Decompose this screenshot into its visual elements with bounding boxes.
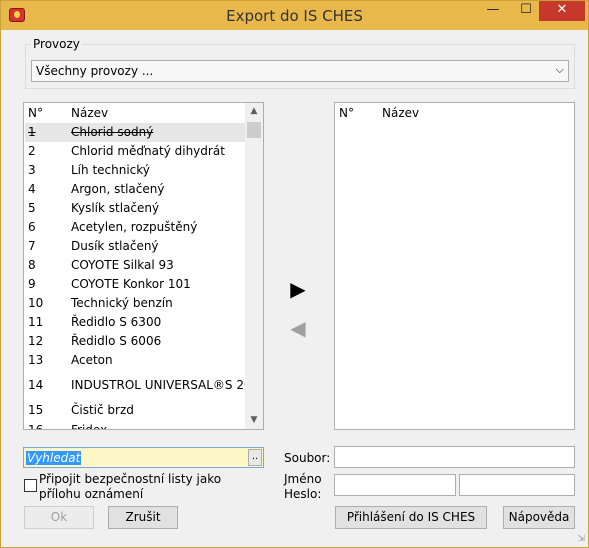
list-item-number: 16 — [28, 423, 44, 430]
list-item-name: INDUSTROL UNIVERSAL®S 2013 — [71, 378, 264, 392]
list-item[interactable]: 11 Ředidlo S 6300 — [25, 313, 245, 332]
username-label: Jméno — [284, 472, 322, 486]
selected-substances-list[interactable]: N° Název — [334, 102, 575, 430]
list-item[interactable]: 3 Líh technický — [25, 161, 245, 180]
list-item[interactable]: 4 Argon, stlačený — [25, 180, 245, 199]
search-input-text[interactable]: Vyhledat — [26, 451, 82, 465]
scroll-up-icon[interactable]: ▲ — [245, 103, 263, 120]
list-item[interactable]: 1 Chlorid sodný — [25, 123, 245, 142]
list-item-name: Argon, stlačený — [71, 182, 165, 196]
file-label: Soubor: — [284, 451, 331, 465]
title-bar[interactable]: Export do IS CHES — ☐ ✕ — [1, 1, 588, 30]
list-item-number: 10 — [28, 296, 44, 310]
column-header-name[interactable]: Název — [71, 106, 108, 120]
search-browse-button[interactable]: .. — [248, 449, 262, 466]
scroll-thumb[interactable] — [247, 122, 261, 138]
list-item-name: Čistič brzd — [71, 403, 134, 417]
cancel-button[interactable]: Zrušit — [108, 506, 178, 529]
list-item-name: Ředidlo S 6006 — [71, 334, 162, 348]
maximize-button[interactable]: ☐ — [512, 1, 540, 21]
list-item-name: Líh technický — [71, 163, 150, 177]
remove-from-export-button[interactable]: ◀ — [287, 318, 309, 338]
list-item[interactable]: 2 Chlorid měďnatý dihydrát — [25, 142, 245, 161]
list-item[interactable]: 7 Dusík stlačený — [25, 237, 245, 256]
list-item[interactable]: 6 Acetylen, rozpuštěný — [25, 218, 245, 237]
list-item[interactable]: 8 COYOTE Silkal 93 — [25, 256, 245, 275]
password-field[interactable] — [459, 474, 575, 496]
file-field[interactable] — [334, 446, 575, 468]
list-item-number: 3 — [28, 163, 36, 177]
attach-safety-sheets-label: Připojit bezpečnostní listy jako přílohu… — [39, 472, 222, 501]
close-button[interactable]: ✕ — [539, 1, 585, 21]
export-dialog: Export do IS CHES — ☐ ✕ Provozy Všechny … — [0, 0, 589, 548]
list-item-name: COYOTE Konkor 101 — [71, 277, 191, 291]
column-header-name[interactable]: Název — [382, 106, 419, 120]
list-item[interactable]: 9 COYOTE Konkor 101 — [25, 275, 245, 294]
minimize-button[interactable]: — — [479, 1, 507, 21]
add-to-export-button[interactable]: ▶ — [287, 279, 309, 299]
search-field[interactable]: Vyhledat .. — [23, 447, 264, 468]
column-header-number[interactable]: N° — [339, 106, 354, 120]
password-label: Heslo: — [284, 487, 322, 501]
provozy-selected-value: Všechny provozy ... — [36, 64, 154, 78]
list-item-name: Dusík stlačený — [71, 239, 159, 253]
list-item[interactable]: 13 Aceton — [25, 351, 245, 370]
list-item[interactable]: 16 Fridex — [25, 421, 245, 430]
list-item[interactable]: 12 Ředidlo S 6006 — [25, 332, 245, 351]
list-item-number: 8 — [28, 258, 36, 272]
list-item-name: Kyslík stlačený — [71, 201, 160, 215]
help-button[interactable]: Nápověda — [503, 506, 575, 529]
list-item-number: 14 — [28, 378, 44, 392]
list-item-name: Acetylen, rozpuštěný — [71, 220, 198, 234]
scroll-down-icon[interactable]: ▼ — [245, 412, 263, 429]
available-substances-list[interactable]: N° Název 1 Chlorid sodný 2 Chlorid měďnatý … — [23, 102, 264, 430]
provozy-label: Provozy — [31, 37, 82, 51]
list-item-number: 7 — [28, 239, 36, 253]
list-item-number: 15 — [28, 403, 44, 417]
list-item-name: Technický benzín — [71, 296, 173, 310]
list-item-number: 4 — [28, 182, 36, 196]
attach-safety-sheets-checkbox[interactable] — [24, 479, 37, 492]
list-item-name: Fridex — [71, 423, 108, 430]
login-button[interactable]: Přihlášení do IS CHES — [335, 506, 487, 529]
list-item-number: 2 — [28, 144, 36, 158]
username-field[interactable] — [334, 474, 456, 496]
provozy-select[interactable]: Všechny provozy ... ⌵ — [31, 60, 569, 82]
list-item-number: 12 — [28, 334, 44, 348]
list-item-name: Aceton — [71, 353, 113, 367]
list-item-name: COYOTE Silkal 93 — [71, 258, 174, 272]
chevron-down-icon[interactable]: ⌵ — [556, 63, 564, 77]
list-item-number: 6 — [28, 220, 36, 234]
list-item[interactable]: 15 Čistič brzd — [25, 401, 245, 420]
column-header-number[interactable]: N° — [28, 106, 43, 120]
ok-button[interactable]: Ok — [24, 506, 94, 529]
list-item[interactable]: 5 Kyslík stlačený — [25, 199, 245, 218]
list-item[interactable]: 10 Technický benzín — [25, 294, 245, 313]
list-item[interactable]: 14 INDUSTROL UNIVERSAL®S 2013 — [25, 371, 263, 399]
list-item-number: 1 — [28, 125, 36, 139]
list-item-name: Ředidlo S 6300 — [71, 315, 162, 329]
list-item-number: 13 — [28, 353, 44, 367]
list-item-name: Chlorid měďnatý dihydrát — [71, 144, 225, 158]
list-item-number: 11 — [28, 315, 44, 329]
list-item-number: 9 — [28, 277, 36, 291]
list-item-number: 5 — [28, 201, 36, 215]
resize-grip-icon[interactable]: ⇲ — [577, 534, 585, 544]
list-item-name: Chlorid sodný — [71, 125, 154, 139]
vertical-scrollbar[interactable]: ▲ ▼ — [245, 103, 263, 429]
